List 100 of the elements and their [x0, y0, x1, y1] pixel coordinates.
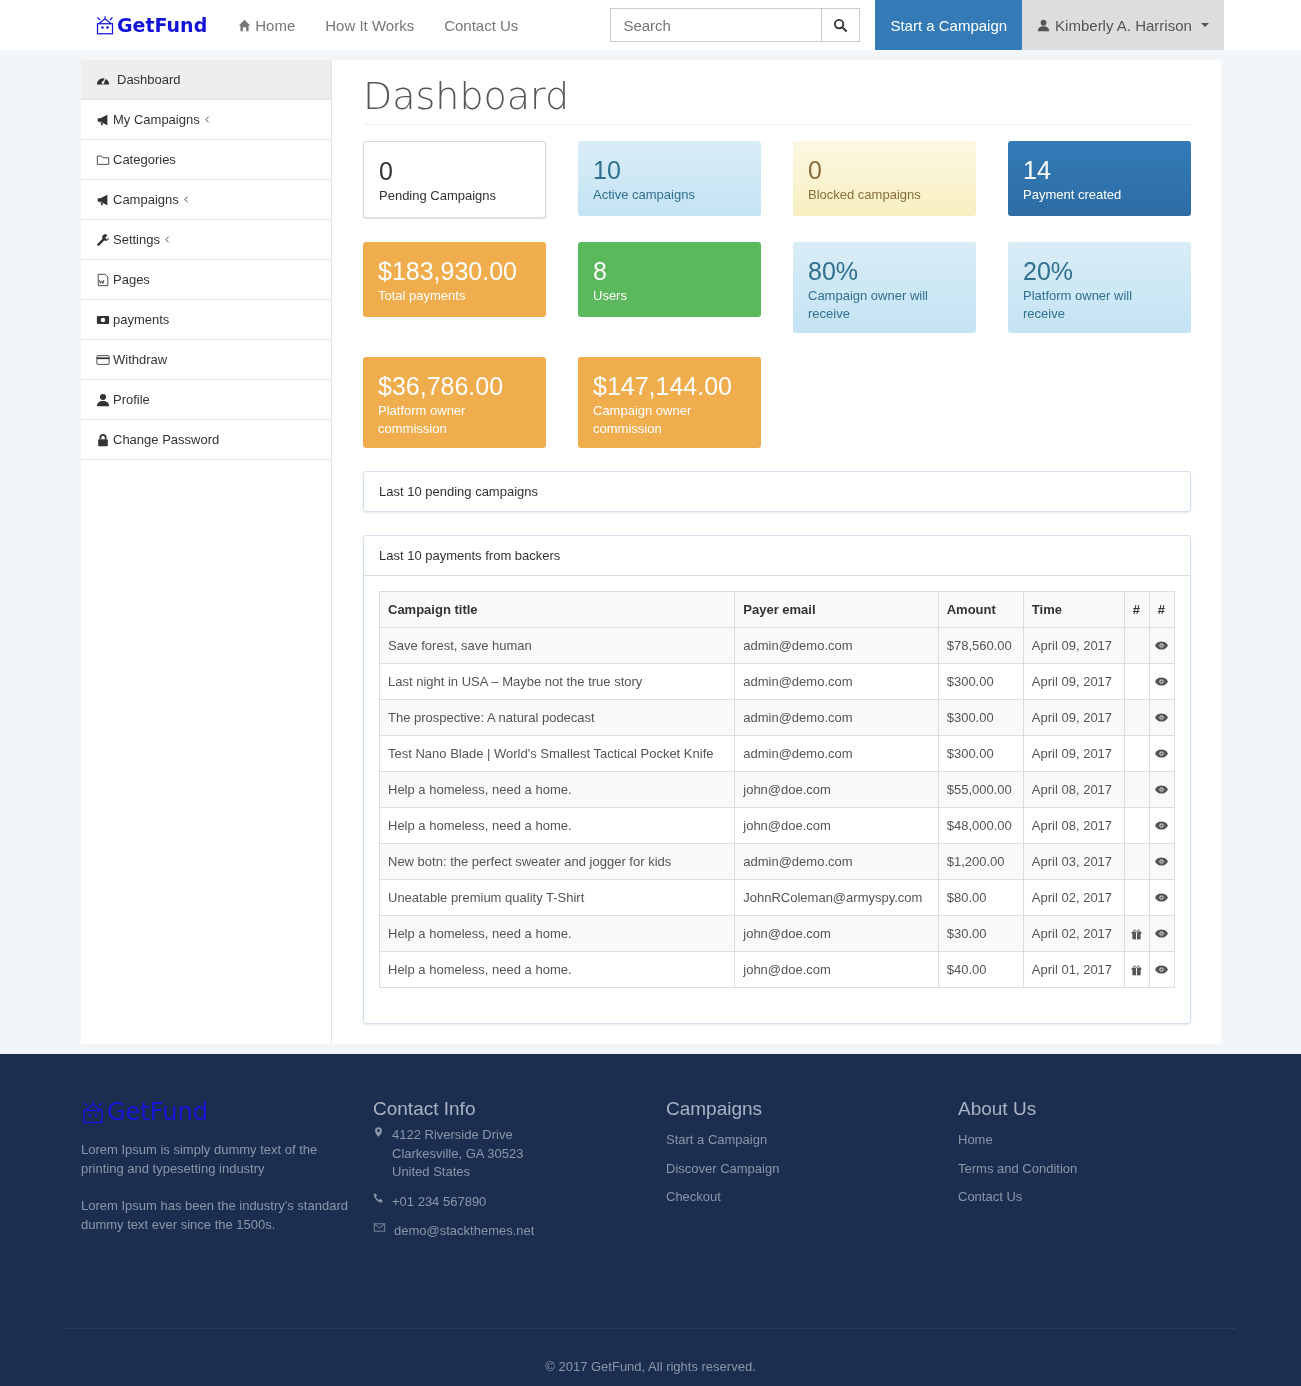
stat-label: Campaign owner will receive: [808, 287, 929, 323]
table-cell: April 09, 2017: [1023, 663, 1125, 700]
table-cell: Help a homeless, need a home.: [379, 771, 735, 808]
table-cell: $300.00: [938, 735, 1024, 772]
stat-value: 0: [808, 155, 823, 186]
sidebar-item[interactable]: Categories: [81, 140, 331, 180]
logo-icon: [81, 1100, 105, 1124]
eye-icon: [1155, 711, 1169, 724]
table-cell: $80.00: [938, 879, 1024, 916]
footer-heading: Contact Info: [373, 1098, 477, 1120]
footer-link[interactable]: Home: [958, 1126, 1218, 1155]
footer-link[interactable]: Terms and Condition: [958, 1154, 1218, 1183]
table-cell: April 01, 2017: [1023, 951, 1125, 988]
stat-value: 10: [593, 155, 622, 186]
table-cell: JohnRColeman@armyspy.com: [734, 879, 939, 916]
stat-label: Total payments: [378, 287, 467, 305]
column-header: Amount: [938, 591, 1024, 628]
user-menu-button[interactable]: Kimberly A. Harrison: [1022, 0, 1224, 50]
stat-label: Pending Campaigns: [379, 187, 498, 205]
user-icon: [1037, 18, 1051, 32]
stat-label: Campaign owner commission: [593, 402, 693, 438]
stat-label: Platform owner commission: [378, 402, 467, 438]
table-cell: john@doe.com: [734, 951, 939, 988]
address-line: 4122 Riverside Drive: [392, 1126, 514, 1144]
table-cell: Save forest, save human: [379, 627, 735, 664]
eye-icon: [1155, 891, 1169, 904]
sidebar-item[interactable]: Profile: [81, 380, 331, 420]
phone-icon: [373, 1191, 384, 1204]
table-cell: April 09, 2017: [1023, 735, 1125, 772]
search-field[interactable]: Search: [610, 8, 823, 42]
chevron-left-icon: [181, 195, 191, 204]
sidebar-item[interactable]: My Campaigns: [81, 100, 331, 140]
table-cell: April 08, 2017: [1023, 771, 1125, 808]
sidebar-item[interactable]: Campaigns: [81, 180, 331, 220]
column-header: Payer email: [734, 591, 939, 628]
table-cell: April 02, 2017: [1023, 879, 1125, 916]
table-cell: Last night in USA – Maybe not the true story: [379, 663, 735, 700]
start-campaign-button[interactable]: Start a Campaign: [875, 0, 1023, 50]
stat-value: 8: [593, 256, 608, 287]
stat-value: $183,930.00: [378, 256, 519, 287]
gift-icon: [1131, 965, 1143, 976]
nav-link[interactable]: Contact Us: [429, 16, 534, 34]
table-cell: admin@demo.com: [734, 627, 939, 664]
stat-value: $36,786.00: [378, 371, 505, 402]
nav-link[interactable]: How It Works: [310, 16, 430, 34]
search-button[interactable]: [822, 8, 861, 42]
table-cell: admin@demo.com: [734, 699, 939, 736]
sidebar-item[interactable]: Pages: [81, 260, 331, 300]
footer-heading: Campaigns: [666, 1098, 764, 1120]
footer-link[interactable]: Start a Campaign: [666, 1126, 958, 1155]
logo-icon: [95, 15, 115, 35]
user-icon: [96, 392, 110, 407]
table-cell: john@doe.com: [734, 915, 939, 952]
table-cell: $300.00: [938, 699, 1024, 736]
eye-icon: [1155, 963, 1169, 976]
stat-value: 20%: [1023, 256, 1075, 287]
email-address: demo@stackthemes.net: [394, 1221, 535, 1240]
table-cell: April 03, 2017: [1023, 843, 1125, 880]
megaphone-icon: [96, 192, 110, 207]
stat-label: Payment created: [1023, 186, 1123, 204]
panel-title: Last 10 pending campaigns: [378, 483, 539, 501]
address-line: United States: [392, 1163, 472, 1181]
table-cell: admin@demo.com: [734, 663, 939, 700]
nav-link[interactable]: Home: [223, 16, 311, 34]
address-line: Clarkesville, GA 30523: [392, 1144, 524, 1163]
table-cell: April 09, 2017: [1023, 627, 1125, 664]
copyright: © 2017 GetFund, All rights reserved.: [545, 1359, 756, 1374]
footer-link[interactable]: Discover Campaign: [666, 1154, 958, 1183]
column-header: Time: [1023, 591, 1125, 628]
chevron-left-icon: [202, 115, 212, 124]
eye-icon: [1155, 927, 1169, 940]
gift-icon: [1131, 929, 1143, 940]
page-title: Dashboard: [363, 72, 1191, 125]
table-cell: admin@demo.com: [734, 843, 939, 880]
brand-name[interactable]: GetFund: [117, 14, 208, 36]
sidebar-item[interactable]: Change Password: [81, 420, 331, 460]
credit-card-icon: [96, 352, 110, 367]
table-cell: Uneatable premium quality T-Shirt: [379, 879, 735, 916]
sidebar-item[interactable]: Settings: [81, 220, 331, 260]
table-cell: Help a homeless, need a home.: [379, 807, 735, 844]
sidebar-item[interactable]: Dashboard: [81, 60, 331, 100]
table-cell: $78,560.00: [938, 627, 1024, 664]
table-cell: Help a homeless, need a home.: [379, 915, 735, 952]
sidebar-item[interactable]: payments: [81, 300, 331, 340]
stat-label: Blocked campaigns: [808, 186, 922, 204]
sidebar-item[interactable]: Withdraw: [81, 340, 331, 380]
document-icon: [96, 272, 110, 287]
stat-label: Users: [593, 287, 628, 305]
footer-link[interactable]: Contact Us: [958, 1183, 1218, 1212]
search-icon: [833, 17, 849, 33]
table-cell: April 09, 2017: [1023, 699, 1125, 736]
table-cell: $48,000.00: [938, 807, 1024, 844]
table-cell: The prospective: A natural podecast: [379, 699, 735, 736]
table-cell: john@doe.com: [734, 771, 939, 808]
eye-icon: [1155, 675, 1169, 688]
table-cell: john@doe.com: [734, 807, 939, 844]
eye-icon: [1155, 819, 1169, 832]
footer-link[interactable]: Checkout: [666, 1183, 958, 1212]
column-header: Campaign title: [379, 591, 735, 628]
stat-value: 14: [1023, 155, 1052, 186]
